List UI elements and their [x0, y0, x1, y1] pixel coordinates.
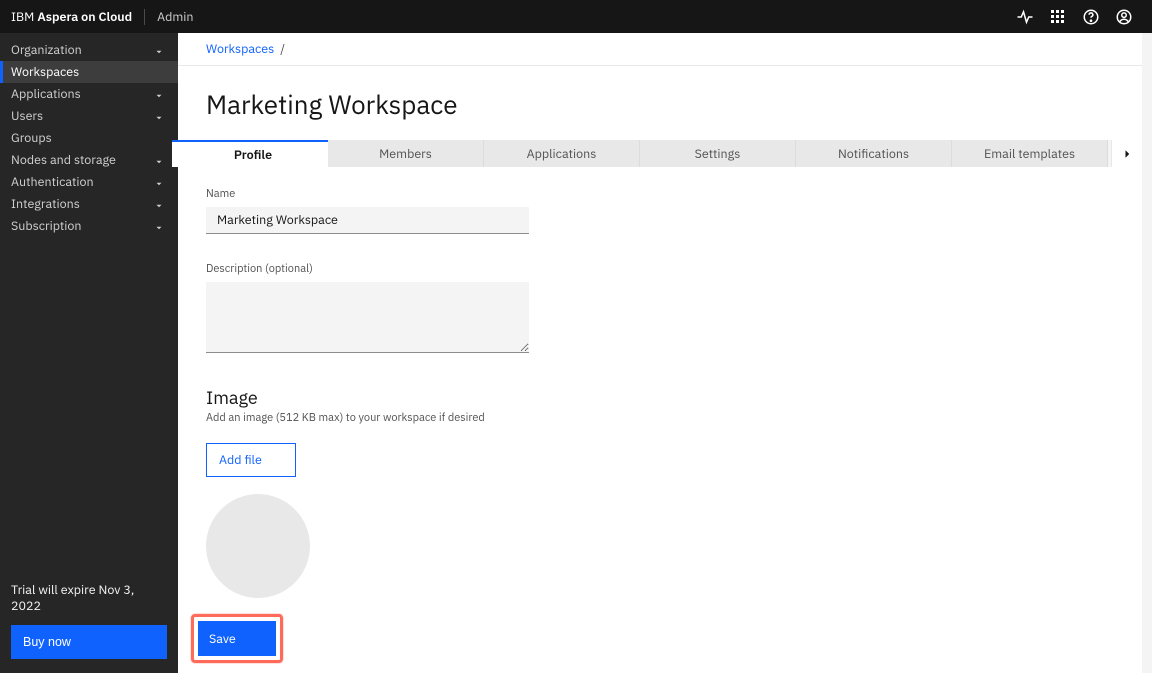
chevron-down-icon — [154, 221, 164, 231]
page-title: Marketing Workspace — [178, 66, 1142, 140]
app-switcher-icon[interactable] — [1041, 0, 1074, 33]
header-divider — [144, 9, 145, 25]
breadcrumb-root[interactable]: Workspaces — [206, 41, 274, 57]
nav-list: Organization Workspaces Applications Use… — [0, 33, 178, 570]
trial-expiry-text: Trial will expire Nov 3, 2022 — [11, 582, 167, 614]
name-label: Name — [206, 187, 1114, 201]
tab-email-templates[interactable]: Email templates — [952, 140, 1108, 167]
nav-label: Applications — [11, 86, 81, 102]
nav-label: Subscription — [11, 218, 82, 234]
nav-item-users[interactable]: Users — [0, 105, 178, 127]
tab-label: Settings — [695, 146, 741, 162]
buy-now-button[interactable]: Buy now — [11, 625, 167, 659]
chevron-down-icon — [154, 155, 164, 165]
image-heading: Image — [206, 386, 1114, 409]
sidebar-footer: Trial will expire Nov 3, 2022 Buy now — [0, 570, 178, 673]
chevron-down-icon — [154, 111, 164, 121]
user-avatar-icon[interactable] — [1107, 0, 1140, 33]
tab-content: Name Description (optional) Image Add an… — [178, 167, 1142, 673]
nav-item-organization[interactable]: Organization — [0, 39, 178, 61]
nav-label: Users — [11, 108, 43, 124]
tab-label: Members — [379, 146, 432, 162]
chevron-down-icon — [154, 177, 164, 187]
nav-item-integrations[interactable]: Integrations — [0, 193, 178, 215]
description-label: Description (optional) — [206, 262, 1114, 276]
sidebar: Organization Workspaces Applications Use… — [0, 33, 178, 673]
activity-icon[interactable] — [1008, 0, 1041, 33]
description-field-group: Description (optional) — [206, 262, 1114, 358]
nav-item-authentication[interactable]: Authentication — [0, 171, 178, 193]
nav-label: Groups — [11, 130, 52, 146]
tab-label: Profile — [234, 147, 272, 163]
breadcrumb-separator: / — [280, 41, 285, 57]
chevron-down-icon — [154, 45, 164, 55]
chevron-down-icon — [154, 89, 164, 99]
tab-label: Applications — [527, 146, 597, 162]
tab-label: Email templates — [984, 146, 1075, 162]
nav-label: Nodes and storage — [11, 152, 116, 168]
main-content: Workspaces / Marketing Workspace Profile… — [178, 33, 1152, 673]
tab-settings[interactable]: Settings — [640, 140, 796, 167]
save-highlight: Save — [191, 614, 283, 663]
nav-item-subscription[interactable]: Subscription — [0, 215, 178, 237]
tab-members[interactable]: Members — [328, 140, 484, 167]
brand-ibm: IBM — [11, 9, 34, 25]
tab-label: Notifications — [838, 146, 909, 162]
top-header: IBM Aspera on Cloud Admin — [0, 0, 1152, 33]
description-textarea[interactable] — [206, 282, 529, 353]
chevron-down-icon — [154, 199, 164, 209]
tabs-scroll-right[interactable] — [1111, 140, 1142, 167]
nav-item-groups[interactable]: Groups — [0, 127, 178, 149]
nav-label: Integrations — [11, 196, 80, 212]
admin-link[interactable]: Admin — [157, 9, 193, 25]
help-icon[interactable] — [1074, 0, 1107, 33]
brand-product: Aspera on Cloud — [37, 9, 132, 25]
nav-label: Authentication — [11, 174, 94, 190]
name-field-group: Name — [206, 187, 1114, 234]
tab-applications[interactable]: Applications — [484, 140, 640, 167]
nav-label: Organization — [11, 42, 82, 58]
image-placeholder — [206, 494, 310, 598]
tab-notifications[interactable]: Notifications — [796, 140, 952, 167]
tab-profile[interactable]: Profile — [172, 140, 328, 167]
add-file-button[interactable]: Add file — [206, 443, 296, 477]
nav-item-applications[interactable]: Applications — [0, 83, 178, 105]
tabs: Profile Members Applications Settings No… — [172, 140, 1142, 167]
nav-item-workspaces[interactable]: Workspaces — [0, 61, 178, 83]
nav-label: Workspaces — [11, 64, 79, 80]
breadcrumb: Workspaces / — [178, 33, 1142, 66]
save-button[interactable]: Save — [198, 621, 276, 656]
name-input[interactable] — [206, 207, 529, 234]
image-subtext: Add an image (512 KB max) to your worksp… — [206, 411, 1114, 425]
nav-item-nodes-storage[interactable]: Nodes and storage — [0, 149, 178, 171]
